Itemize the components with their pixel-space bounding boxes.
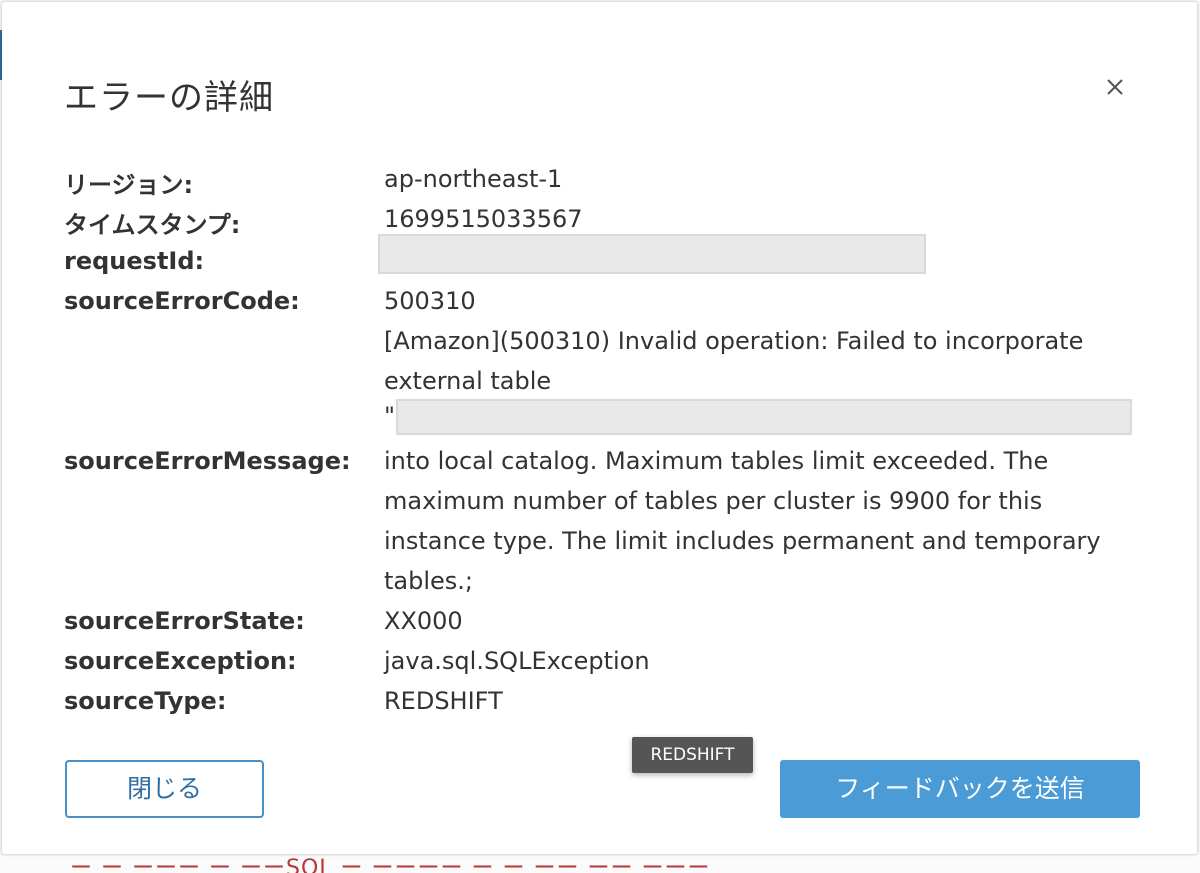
send-feedback-button[interactable]: フィードバックを送信 [780, 760, 1140, 818]
source-error-message-line: tables.; [384, 567, 474, 595]
source-error-state-label: sourceErrorState: [64, 607, 305, 635]
timestamp-label: タイムスタンプ: [64, 211, 241, 239]
source-error-message-line: maximum number of tables per cluster is … [384, 487, 1043, 515]
region-label: リージョン: [64, 171, 194, 199]
background-partial-text: ー ー ーーー ー ーーSQL ー ーーーー ー ー ーー ーー ーーー [70, 856, 711, 873]
timestamp-value: 1699515033567 [384, 205, 583, 233]
source-error-message-line: external table [384, 367, 552, 395]
source-exception-label: sourceException: [64, 647, 297, 675]
source-error-message-label: sourceErrorMessage: [64, 447, 351, 475]
request-id-redacted [378, 234, 926, 274]
source-error-message-line: instance type. The limit includes perman… [384, 527, 1101, 555]
background-content-strip: ー ー ーーー ー ーーSQL ー ーーーー ー ー ーー ーー ーーー [0, 856, 1200, 873]
table-name-redacted [396, 399, 1132, 435]
source-type-label: sourceType: [64, 687, 227, 715]
source-exception-value: java.sql.SQLException [384, 647, 650, 675]
modal-title: エラーの詳細 [64, 78, 274, 118]
source-error-message-line: into local catalog. Maximum tables limit… [384, 447, 1049, 475]
source-error-code-value: 500310 [384, 287, 476, 315]
source-error-state-value: XX000 [384, 607, 463, 635]
source-error-message-line: " [384, 402, 396, 430]
tooltip: REDSHIFT [632, 737, 753, 773]
region-value: ap-northeast-1 [384, 165, 563, 193]
close-icon[interactable] [1100, 72, 1130, 102]
source-type-value: REDSHIFT [384, 687, 503, 715]
source-error-message-line: [Amazon](500310) Invalid operation: Fail… [384, 327, 1084, 355]
source-error-code-label: sourceErrorCode: [64, 287, 300, 315]
close-button[interactable]: 閉じる [65, 760, 264, 818]
error-details-modal: エラーの詳細 リージョン: ap-northeast-1 タイムスタンプ: 16… [2, 2, 1197, 854]
request-id-label: requestId: [64, 247, 205, 275]
